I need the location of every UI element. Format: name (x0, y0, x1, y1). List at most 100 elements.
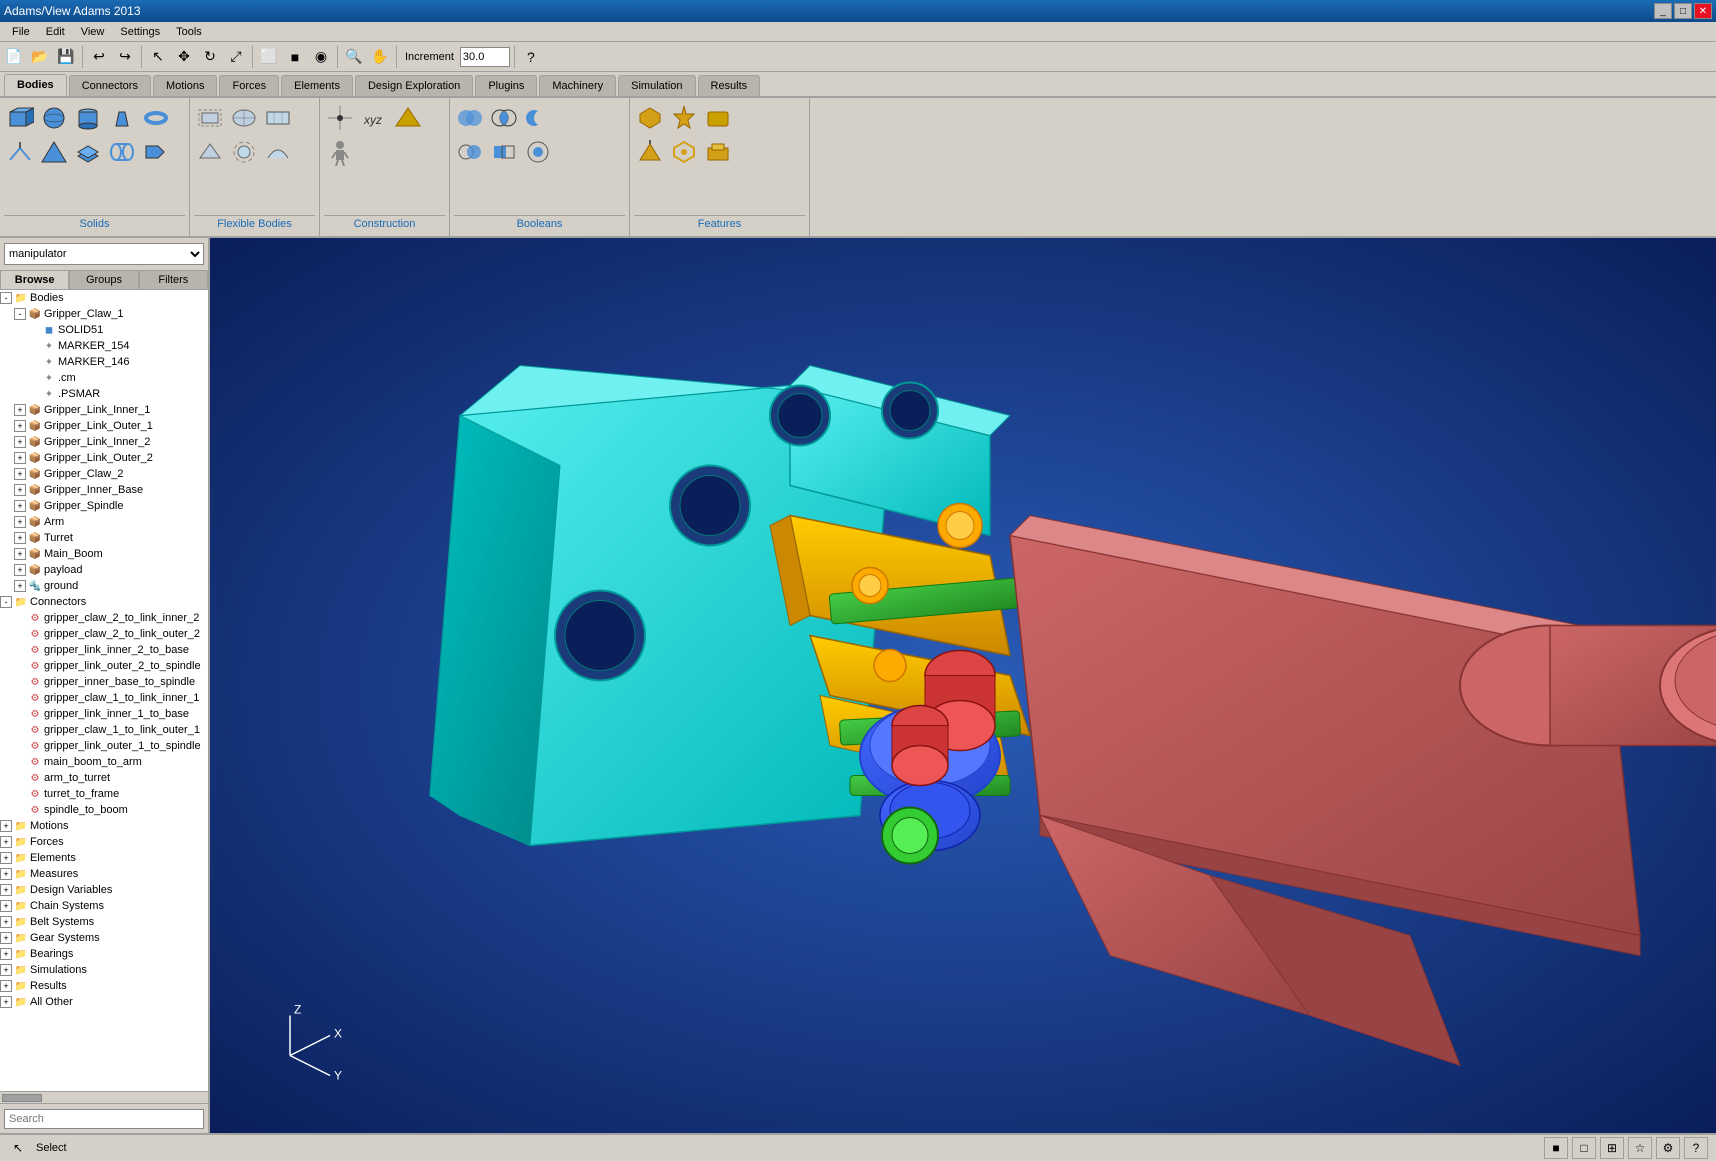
tab-results[interactable]: Results (698, 75, 761, 96)
tree-node-all-other[interactable]: + 📁 All Other (0, 994, 208, 1010)
expander-bodies[interactable]: - (0, 292, 12, 304)
zoom-in-button[interactable]: 🔍 (342, 45, 366, 69)
tree-node-cm[interactable]: + ✦ .cm (0, 370, 208, 386)
boolean-union-icon[interactable] (454, 102, 486, 134)
flex-body-2-icon[interactable] (228, 102, 260, 134)
rotate-button[interactable]: ↻ (198, 45, 222, 69)
viewport[interactable]: X Y Z (210, 238, 1716, 1133)
expander-gli2[interactable]: + (14, 436, 26, 448)
select-button[interactable]: ↖ (146, 45, 170, 69)
solid-import-icon[interactable] (140, 136, 172, 168)
expander-bs[interactable]: + (0, 916, 12, 928)
tree-node-elements[interactable]: + 📁 Elements (0, 850, 208, 866)
help-button[interactable]: ? (519, 45, 543, 69)
status-btn-5[interactable]: ⚙ (1656, 1137, 1680, 1159)
tree-node-gripper-inner-base[interactable]: + 📦 Gripper_Inner_Base (0, 482, 208, 498)
tree-node-gear-systems[interactable]: + 📁 Gear Systems (0, 930, 208, 946)
solid-extrude-icon[interactable] (4, 136, 36, 168)
status-btn-1[interactable]: ■ (1544, 1137, 1568, 1159)
expander-gripper-claw-1[interactable]: - (14, 308, 26, 320)
tree-node-conn-8[interactable]: + ⚙ gripper_claw_1_to_link_outer_1 (0, 722, 208, 738)
flex-body-4-icon[interactable] (194, 136, 226, 168)
solid-plate-icon[interactable] (72, 136, 104, 168)
construction-point-icon[interactable] (324, 102, 356, 134)
expander-gears[interactable]: + (0, 932, 12, 944)
expander-cs[interactable]: + (0, 900, 12, 912)
tree-node-conn-3[interactable]: + ⚙ gripper_link_inner_2_to_base (0, 642, 208, 658)
tree-node-conn-5[interactable]: + ⚙ gripper_inner_base_to_spindle (0, 674, 208, 690)
increment-input[interactable] (460, 47, 510, 67)
construction-shape-icon[interactable] (392, 102, 424, 134)
solid-cylinder-icon[interactable] (72, 102, 104, 134)
expander-dv[interactable]: + (0, 884, 12, 896)
expander-bearings[interactable]: + (0, 948, 12, 960)
feature-2-icon[interactable] (668, 102, 700, 134)
expander-arm[interactable]: + (14, 516, 26, 528)
boolean-subtract-icon[interactable] (522, 102, 554, 134)
tree-node-ground[interactable]: + 🔩 ground (0, 578, 208, 594)
save-button[interactable]: 💾 (54, 45, 78, 69)
feature-3-icon[interactable] (702, 102, 734, 134)
status-btn-6[interactable]: ? (1684, 1137, 1708, 1159)
tree-node-conn-4[interactable]: + ⚙ gripper_link_outer_2_to_spindle (0, 658, 208, 674)
solid-torus-icon[interactable] (140, 102, 172, 134)
tree-node-conn-2[interactable]: + ⚙ gripper_claw_2_to_link_outer_2 (0, 626, 208, 642)
tree-node-gripper-link-outer-1[interactable]: + 📦 Gripper_Link_Outer_1 (0, 418, 208, 434)
tab-elements[interactable]: Elements (281, 75, 353, 96)
menu-settings[interactable]: Settings (112, 24, 168, 40)
new-button[interactable]: 📄 (2, 45, 26, 69)
expander-forces[interactable]: + (0, 836, 12, 848)
tree-node-gripper-claw-1[interactable]: - 📦 Gripper_Claw_1 (0, 306, 208, 322)
scale-button[interactable]: ⤢ (224, 45, 248, 69)
tree-node-turret[interactable]: + 📦 Turret (0, 530, 208, 546)
expander-gs[interactable]: + (14, 500, 26, 512)
panel-select[interactable]: manipulator (4, 243, 204, 265)
tree-node-main-boom[interactable]: + 📦 Main_Boom (0, 546, 208, 562)
boolean-2-1-icon[interactable] (454, 136, 486, 168)
expander-ground[interactable]: + (14, 580, 26, 592)
hscroll-thumb[interactable] (2, 1094, 42, 1102)
tree-node-simulations[interactable]: + 📁 Simulations (0, 962, 208, 978)
render-button[interactable]: ◉ (309, 45, 333, 69)
expander-payload[interactable]: + (14, 564, 26, 576)
status-btn-3[interactable]: ⊞ (1600, 1137, 1624, 1159)
solid-frustum-icon[interactable] (106, 102, 138, 134)
wireframe-button[interactable]: ⬜ (257, 45, 281, 69)
tree-node-conn-10[interactable]: + ⚙ main_boom_to_arm (0, 754, 208, 770)
maximize-button[interactable]: □ (1674, 3, 1692, 19)
flex-body-6-icon[interactable] (262, 136, 294, 168)
construction-axis-icon[interactable]: xyz (358, 102, 390, 134)
tree-node-connectors[interactable]: - 📁 Connectors (0, 594, 208, 610)
close-button[interactable]: ✕ (1694, 3, 1712, 19)
tree-node-conn-13[interactable]: + ⚙ spindle_to_boom (0, 802, 208, 818)
boolean-2-3-icon[interactable] (522, 136, 554, 168)
tab-design-exploration[interactable]: Design Exploration (355, 75, 473, 96)
tree-node-chain-systems[interactable]: + 📁 Chain Systems (0, 898, 208, 914)
expander-gc2[interactable]: + (14, 468, 26, 480)
expander-results[interactable]: + (0, 980, 12, 992)
tree-node-gripper-link-inner-1[interactable]: + 📦 Gripper_Link_Inner_1 (0, 402, 208, 418)
tab-motions[interactable]: Motions (153, 75, 218, 96)
tree-node-bodies[interactable]: - 📁 Bodies (0, 290, 208, 306)
solid-link-icon[interactable] (106, 136, 138, 168)
search-input[interactable] (4, 1109, 204, 1129)
tree-area[interactable]: - 📁 Bodies - 📦 Gripper_Claw_1 + ◼ SOLID5… (0, 290, 208, 1091)
tree-node-motions[interactable]: + 📁 Motions (0, 818, 208, 834)
tab-connectors[interactable]: Connectors (69, 75, 151, 96)
panel-tab-filters[interactable]: Filters (139, 270, 208, 289)
expander-glo2[interactable]: + (14, 452, 26, 464)
menu-edit[interactable]: Edit (38, 24, 73, 40)
flex-body-5-icon[interactable] (228, 136, 260, 168)
tree-node-solid51[interactable]: + ◼ SOLID51 (0, 322, 208, 338)
open-button[interactable]: 📂 (28, 45, 52, 69)
panel-tab-browse[interactable]: Browse (0, 270, 69, 289)
tree-node-conn-11[interactable]: + ⚙ arm_to_turret (0, 770, 208, 786)
hscroll-bar[interactable] (0, 1091, 208, 1103)
solid-box-icon[interactable] (4, 102, 36, 134)
tree-node-conn-12[interactable]: + ⚙ turret_to_frame (0, 786, 208, 802)
tree-node-psmar[interactable]: + ✦ .PSMAR (0, 386, 208, 402)
tree-node-measures[interactable]: + 📁 Measures (0, 866, 208, 882)
status-btn-4[interactable]: ☆ (1628, 1137, 1652, 1159)
tree-node-marker-154[interactable]: + ✦ MARKER_154 (0, 338, 208, 354)
expander-sims[interactable]: + (0, 964, 12, 976)
